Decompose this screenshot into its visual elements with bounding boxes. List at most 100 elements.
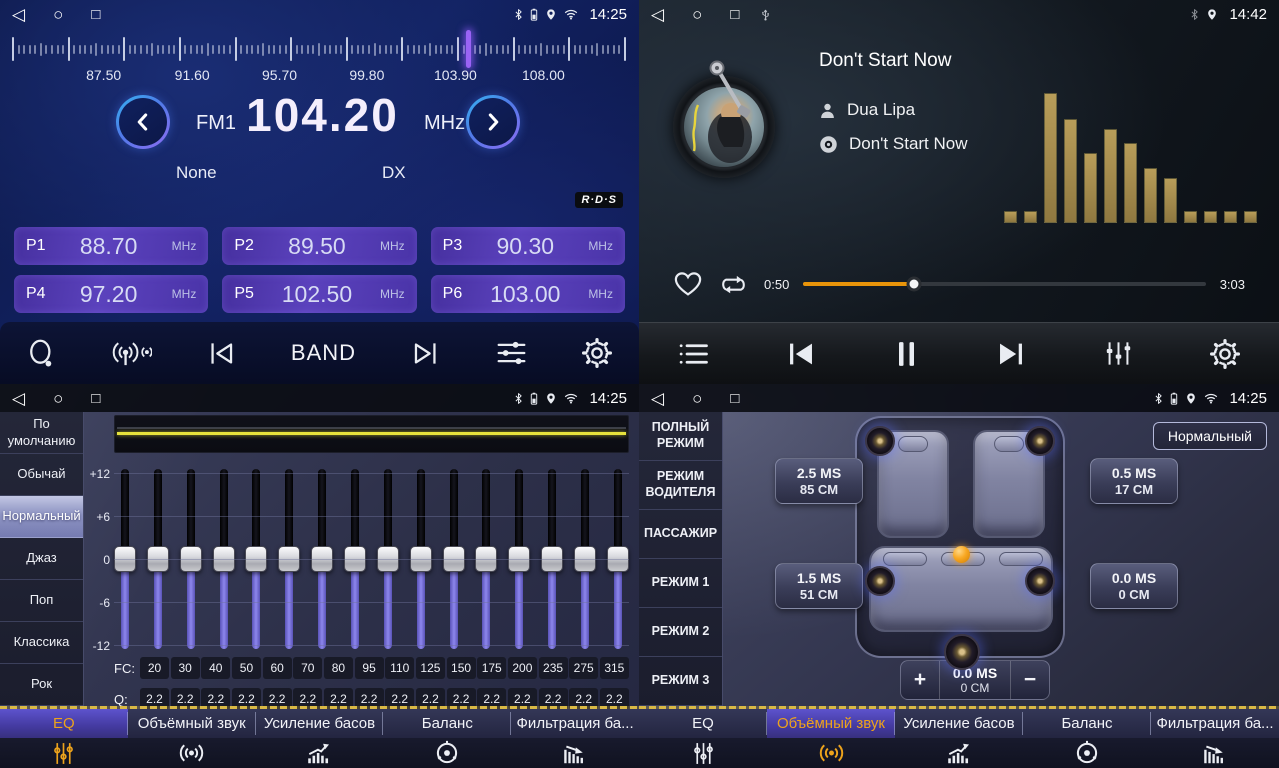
nav-recents-icon[interactable]: □ bbox=[730, 7, 739, 22]
fc-chip[interactable]: 275 bbox=[569, 657, 598, 679]
eq-icon[interactable] bbox=[639, 738, 767, 768]
nav-home-icon[interactable]: ○ bbox=[692, 390, 702, 407]
nav-back-icon[interactable]: ◁ bbox=[12, 390, 25, 407]
seek-bar-knob[interactable] bbox=[906, 277, 921, 292]
balance-icon[interactable] bbox=[1023, 738, 1151, 768]
filter-icon[interactable] bbox=[1151, 738, 1279, 768]
preset-button-p2[interactable]: P289.50MHz bbox=[222, 227, 416, 265]
fc-chip[interactable]: 30 bbox=[171, 657, 200, 679]
visualizer-bar bbox=[1244, 211, 1257, 223]
fc-chip[interactable]: 80 bbox=[324, 657, 353, 679]
preset-button-p6[interactable]: P6103.00MHz bbox=[431, 275, 625, 313]
tune-up-button[interactable] bbox=[466, 95, 520, 149]
eq-preset-item[interactable]: Классика bbox=[0, 622, 83, 664]
eq-preset-item[interactable]: Джаз bbox=[0, 538, 83, 580]
broadcast-icon[interactable] bbox=[110, 338, 152, 368]
frequency-scale[interactable]: 87.5091.6095.7099.80103.90108.00 bbox=[0, 30, 639, 86]
equalizer-icon[interactable] bbox=[1104, 340, 1133, 367]
tab-bass-boost[interactable]: Усиление басов bbox=[895, 709, 1023, 738]
tab-eq[interactable]: EQ bbox=[639, 709, 767, 738]
rear-right-delay-button[interactable]: 0.0 MS0 CM bbox=[1090, 563, 1178, 609]
surround-icon[interactable] bbox=[767, 738, 895, 768]
nav-back-icon[interactable]: ◁ bbox=[651, 390, 664, 407]
delay-increase-button[interactable]: + bbox=[901, 661, 939, 699]
repeat-icon[interactable] bbox=[717, 271, 750, 298]
preset-button-p1[interactable]: P188.70MHz bbox=[14, 227, 208, 265]
nav-recents-icon[interactable]: □ bbox=[91, 7, 100, 22]
audio-settings-icon[interactable] bbox=[495, 339, 528, 367]
surround-mode-item[interactable]: РЕЖИМ ВОДИТЕЛЯ bbox=[639, 461, 722, 510]
bass-boost-icon[interactable] bbox=[256, 738, 384, 768]
surround-mode-item[interactable]: РЕЖИМ 3 bbox=[639, 657, 722, 706]
eq-preset-item[interactable]: Нормальный bbox=[0, 496, 83, 538]
fc-chip[interactable]: 200 bbox=[508, 657, 537, 679]
next-station-icon[interactable] bbox=[410, 339, 441, 368]
fc-chip[interactable]: 110 bbox=[385, 657, 414, 679]
tab-filter[interactable]: Фильтрация ба... bbox=[511, 709, 639, 738]
surround-icon[interactable] bbox=[128, 738, 256, 768]
settings-gear-icon[interactable] bbox=[1210, 339, 1240, 369]
tab-balance[interactable]: Баланс bbox=[383, 709, 511, 738]
tab-bass-boost[interactable]: Усиление басов bbox=[256, 709, 384, 738]
tab-surround[interactable]: Объёмный звук bbox=[767, 709, 895, 738]
eq-icon[interactable] bbox=[0, 738, 128, 768]
tab-filter[interactable]: Фильтрация ба... bbox=[1151, 709, 1279, 738]
surround-mode-item[interactable]: РЕЖИМ 2 bbox=[639, 608, 722, 657]
band-button[interactable]: BAND bbox=[291, 340, 356, 366]
tune-down-button[interactable] bbox=[116, 95, 170, 149]
surround-mode-item[interactable]: ПОЛНЫЙ РЕЖИМ bbox=[639, 412, 722, 461]
preset-button-p5[interactable]: P5102.50MHz bbox=[222, 275, 416, 313]
band-indicator: FM1 bbox=[196, 112, 236, 135]
front-left-delay-button[interactable]: 2.5 MS85 CM bbox=[775, 458, 863, 504]
listening-position-marker[interactable] bbox=[953, 546, 970, 563]
fc-chip[interactable]: 70 bbox=[293, 657, 322, 679]
filter-icon[interactable] bbox=[511, 738, 639, 768]
fc-chip[interactable]: 60 bbox=[263, 657, 292, 679]
fc-chip[interactable]: 315 bbox=[600, 657, 629, 679]
tab-eq[interactable]: EQ bbox=[0, 709, 128, 738]
nav-back-icon[interactable]: ◁ bbox=[12, 6, 25, 23]
next-track-icon[interactable] bbox=[996, 340, 1026, 368]
favorite-icon[interactable] bbox=[673, 270, 703, 298]
surround-mode-item[interactable]: РЕЖИМ 1 bbox=[639, 559, 722, 608]
preset-button-p3[interactable]: P390.30MHz bbox=[431, 227, 625, 265]
previous-station-icon[interactable] bbox=[206, 339, 237, 368]
fc-chip[interactable]: 150 bbox=[447, 657, 476, 679]
tuning-pointer[interactable] bbox=[466, 30, 471, 68]
eq-preset-item[interactable]: Поп bbox=[0, 580, 83, 622]
fc-chip[interactable]: 95 bbox=[355, 657, 384, 679]
pause-icon[interactable] bbox=[894, 339, 919, 369]
rear-left-delay-button[interactable]: 1.5 MS51 CM bbox=[775, 563, 863, 609]
slider-track-lower bbox=[482, 559, 490, 649]
fc-chip[interactable]: 20 bbox=[140, 657, 169, 679]
surround-mode-item[interactable]: ПАССАЖИР bbox=[639, 510, 722, 559]
nav-home-icon[interactable]: ○ bbox=[692, 6, 702, 23]
preset-button-p4[interactable]: P497.20MHz bbox=[14, 275, 208, 313]
nav-recents-icon[interactable]: □ bbox=[730, 391, 739, 406]
delay-decrease-button[interactable]: − bbox=[1011, 661, 1049, 699]
surround-preset-button[interactable]: Нормальный bbox=[1153, 422, 1267, 450]
nav-recents-icon[interactable]: □ bbox=[91, 391, 100, 406]
eq-grid-line bbox=[114, 602, 629, 603]
fc-chip[interactable]: 50 bbox=[232, 657, 261, 679]
settings-gear-icon[interactable] bbox=[582, 338, 612, 368]
fc-chip[interactable]: 40 bbox=[201, 657, 230, 679]
tab-surround[interactable]: Объёмный звук bbox=[128, 709, 256, 738]
fc-chip[interactable]: 175 bbox=[477, 657, 506, 679]
previous-track-icon[interactable] bbox=[786, 340, 816, 368]
nav-back-icon[interactable]: ◁ bbox=[651, 6, 664, 23]
eq-preset-item[interactable]: Обычай bbox=[0, 454, 83, 496]
scan-icon[interactable] bbox=[27, 338, 56, 369]
front-right-delay-button[interactable]: 0.5 MS17 CM bbox=[1090, 458, 1178, 504]
fc-chip[interactable]: 125 bbox=[416, 657, 445, 679]
playlist-icon[interactable] bbox=[678, 341, 709, 367]
fc-chip[interactable]: 235 bbox=[539, 657, 568, 679]
seek-bar[interactable] bbox=[803, 282, 1205, 286]
eq-preset-item[interactable]: По умолчанию bbox=[0, 412, 83, 454]
tab-balance[interactable]: Баланс bbox=[1023, 709, 1151, 738]
bass-boost-icon[interactable] bbox=[895, 738, 1023, 768]
eq-preset-item[interactable]: Рок bbox=[0, 664, 83, 706]
balance-icon[interactable] bbox=[383, 738, 511, 768]
nav-home-icon[interactable]: ○ bbox=[53, 390, 63, 407]
nav-home-icon[interactable]: ○ bbox=[53, 6, 63, 23]
